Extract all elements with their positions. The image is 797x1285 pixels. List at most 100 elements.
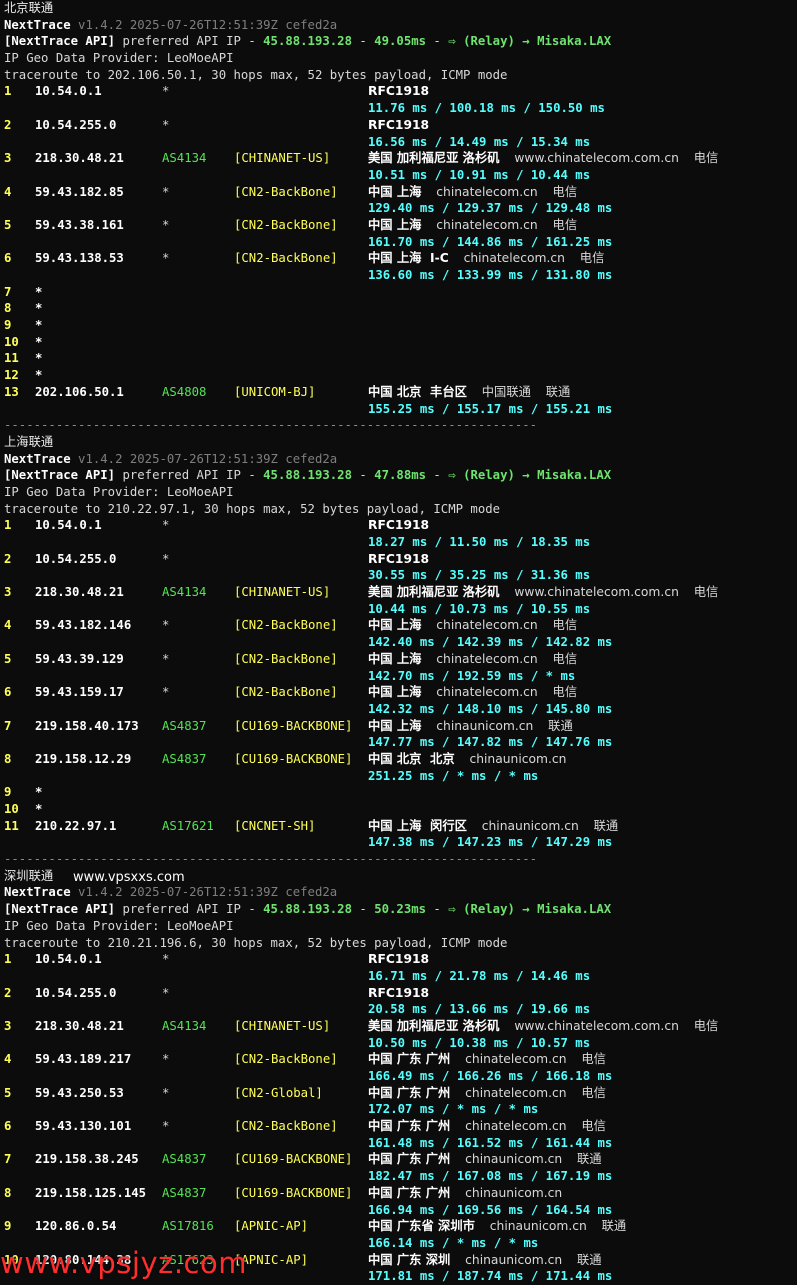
hop-number: 4 — [4, 184, 12, 199]
hop-ip: 59.43.138.53 — [35, 251, 124, 266]
hop-geo-group: 美国 加利福尼亚 洛杉矶 www.chinatelecom.com.cn 电信 — [368, 1018, 718, 1035]
hop-isp: 电信 — [552, 651, 578, 666]
hop-domain: chinaunicom.cn — [465, 1152, 563, 1167]
hop-row: 2 10.54.255.0 * RFC1918 — [4, 551, 797, 568]
hop-geo: 中国 上海 闵行区 — [368, 818, 467, 833]
hop-asn: AS17816 — [162, 1219, 214, 1234]
hop-row: 1 10.54.0.1 * RFC1918 — [4, 951, 797, 968]
hop-geo: 中国 上海 — [368, 618, 422, 633]
hop-ip: 218.30.48.21 — [35, 1018, 124, 1033]
relay-icon: ⇨ — [448, 902, 456, 917]
hop-rtt-row: 11.76 ms / 100.18 ms / 150.50 ms — [4, 100, 797, 117]
hop-asn: * — [162, 1119, 170, 1134]
watermark-brand: www.vpsjyz.com — [0, 1246, 247, 1280]
hop-row: 9 120.86.0.54 AS17816 [APNIC-AP] 中国 广东省 深圳市 … — [4, 1218, 797, 1235]
hop-row: 12 * — [4, 367, 797, 384]
hop-rtt-row: 20.58 ms / 13.66 ms / 19.66 ms — [4, 1001, 797, 1018]
hop-geo: RFC1918 — [368, 551, 430, 566]
hop-row: 5 59.43.250.53 * [CN2-Global] 中国 广东 广州 china… — [4, 1085, 797, 1102]
hop-geo-group: RFC1918 — [368, 551, 429, 568]
hop-domain: chinatelecom.cn — [463, 251, 565, 266]
separator: ----------------------------------------… — [4, 851, 797, 868]
hop-row: 8 219.158.125.145 AS4837 [CU169-BACKBONE] 中国… — [4, 1185, 797, 1202]
api-route: (Relay) → Misaka.LAX — [463, 34, 612, 49]
hop-asn: * — [162, 217, 170, 232]
hop-geo-group: 中国 广东 深圳 chinaunicom.cn 联通 — [368, 1252, 602, 1269]
hop-rtt: 136.60 ms / 133.99 ms / 131.80 ms — [368, 268, 613, 282]
hop-geo: 中国 广东 广州 — [368, 1052, 451, 1067]
hop-rtt: 166.49 ms / 166.26 ms / 166.18 ms — [368, 1069, 613, 1083]
hop-row: 6 59.43.130.101 * [CN2-BackBone] 中国 广东 广州 ch… — [4, 1118, 797, 1135]
separator: ----------------------------------------… — [4, 852, 538, 867]
api-route: (Relay) → Misaka.LAX — [463, 468, 612, 483]
hop-tag: [CN2-BackBone] — [234, 217, 338, 232]
hop-isp: 电信 — [581, 1119, 606, 1134]
api-latency: 47.88ms — [374, 468, 427, 483]
hop-rtt: 16.56 ms / 14.49 ms / 15.34 ms — [368, 134, 591, 149]
hop-row: 9 * — [4, 317, 797, 334]
hop-geo-group: RFC1918 — [368, 83, 429, 100]
hop-rtt: 161.48 ms / 161.52 ms / 161.44 ms — [368, 1135, 613, 1150]
hop-number: 6 — [4, 1119, 12, 1134]
hop-asn: * — [162, 685, 170, 700]
hop-ip: 10.54.255.0 — [35, 117, 117, 132]
api-tag: [NextTrace API] — [4, 468, 116, 483]
hop-row: 8 * — [4, 300, 797, 317]
hop-rtt-row: 147.77 ms / 147.82 ms / 147.76 ms — [4, 734, 797, 751]
hop-rtt: 10.44 ms / 10.73 ms / 10.55 ms — [368, 601, 591, 616]
hop-tag: [CU169-BACKBONE] — [234, 751, 353, 766]
version-line: NextTrace v1.4.2 2025-07-26T12:51:39Z ce… — [4, 451, 797, 468]
hop-tag: [CN2-BackBone] — [234, 618, 338, 633]
hop-asn: AS4837 — [162, 1185, 207, 1200]
hop-ip: * — [35, 301, 43, 316]
hop-geo: 中国 北京 北京 — [368, 751, 455, 766]
hop-number: 1 — [4, 518, 12, 533]
hop-isp: 电信 — [552, 685, 578, 700]
hop-isp: 电信 — [581, 1085, 606, 1100]
hop-geo-group: 中国 北京 北京 chinaunicom.cn — [368, 751, 566, 768]
hop-rtt: 10.51 ms / 10.91 ms / 10.44 ms — [368, 167, 591, 182]
hop-ip: 10.54.0.1 — [35, 518, 102, 533]
geo-provider-line: IP Geo Data Provider: LeoMoeAPI — [4, 50, 797, 67]
hop-asn: * — [162, 117, 170, 132]
hop-domain: chinatelecom.cn — [465, 1085, 567, 1100]
hop-isp: 联通 — [577, 1152, 602, 1167]
api-ip: 45.88.193.28 — [263, 902, 352, 917]
hop-number: 2 — [4, 551, 12, 566]
hop-number: 7 — [4, 718, 12, 733]
hop-number: 7 — [4, 1152, 12, 1167]
version-line: NextTrace v1.4.2 2025-07-26T12:51:39Z ce… — [4, 884, 797, 901]
hop-rtt: 172.07 ms / * ms / * ms — [368, 1102, 539, 1117]
hop-domain: chinaunicom.cn — [436, 718, 534, 733]
hop-domain: chinatelecom.cn — [465, 1052, 567, 1067]
hop-number: 11 — [4, 351, 19, 366]
hop-asn: AS4134 — [162, 151, 207, 166]
hop-tag: [CU169-BACKBONE] — [234, 1152, 353, 1167]
hop-rtt: 251.25 ms / * ms / * ms — [368, 768, 539, 783]
hop-geo: RFC1918 — [368, 518, 430, 533]
hop-geo: RFC1918 — [368, 952, 430, 967]
api-tag: [NextTrace API] — [4, 902, 116, 917]
hop-geo: RFC1918 — [368, 84, 430, 99]
hop-tag: [CN2-BackBone] — [234, 1052, 338, 1067]
hop-number: 5 — [4, 217, 12, 232]
hop-rtt-row: 10.44 ms / 10.73 ms / 10.55 ms — [4, 601, 797, 618]
hop-isp: 电信 — [552, 184, 578, 199]
hop-geo: 美国 加利福尼亚 洛杉矶 — [368, 151, 500, 166]
hop-rtt-row: 142.40 ms / 142.39 ms / 142.82 ms — [4, 634, 797, 651]
hop-number: 2 — [4, 985, 12, 1000]
hop-rtt-row: 147.38 ms / 147.23 ms / 147.29 ms — [4, 834, 797, 851]
hop-geo-group: 中国 上海 I-C chinatelecom.cn 电信 — [368, 250, 604, 267]
hop-asn: * — [162, 1085, 170, 1100]
hop-rtt-row: 251.25 ms / * ms / * ms — [4, 768, 797, 785]
hop-number: 6 — [4, 251, 12, 266]
hop-tag: [CHINANET-US] — [234, 151, 331, 166]
hop-ip: 219.158.125.145 — [35, 1185, 147, 1200]
relay-icon: ⇨ — [448, 468, 456, 483]
hop-rtt-row: 142.70 ms / 192.59 ms / * ms — [4, 668, 797, 685]
hop-isp: 电信 — [579, 251, 605, 266]
separator: ----------------------------------------… — [4, 417, 797, 434]
hop-geo: 中国 上海 — [368, 718, 422, 733]
hop-number: 7 — [4, 284, 12, 299]
hop-rtt: 18.27 ms / 11.50 ms / 18.35 ms — [368, 535, 591, 549]
